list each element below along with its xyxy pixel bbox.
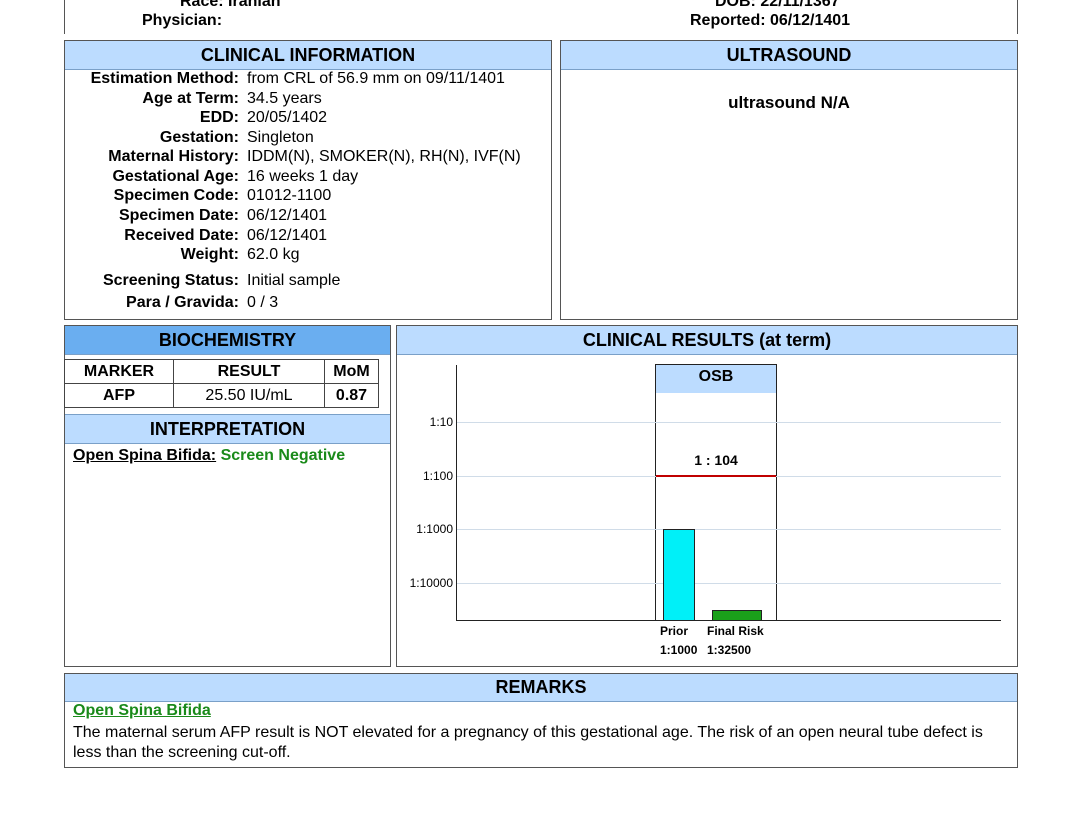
risk-chart: OSB 1 : 104 Prior Final Risk 1:1000 1:32… xyxy=(396,325,1018,667)
final-label: Final Risk xyxy=(707,624,764,638)
final-value: 1:32500 xyxy=(707,643,752,657)
clinical-info-label: Gestational Age: xyxy=(112,168,239,185)
osb-panel-title: OSB xyxy=(656,365,776,393)
race-line: Race: Iranian xyxy=(180,0,281,11)
col-header-marker: MARKER xyxy=(64,359,174,384)
top-frame-left xyxy=(64,0,65,34)
clinical-info-label: Maternal History: xyxy=(108,148,239,165)
ultrasound-title: ULTRASOUND xyxy=(561,41,1017,70)
cutoff-label: 1 : 104 xyxy=(694,452,738,468)
y-axis-line xyxy=(456,365,457,620)
clinical-info-label: Received Date: xyxy=(124,227,239,244)
table-row: AFP 25.50 IU/mL 0.87 xyxy=(64,383,379,408)
biochemistry-table: MARKER RESULT MoM AFP 25.50 IU/mL 0.87 xyxy=(64,359,379,408)
grid-line xyxy=(457,529,1001,530)
grid-line xyxy=(457,422,1001,423)
clinical-info-label: Screening Status: xyxy=(102,272,239,289)
remarks-panel: REMARKS Open Spina Bifida The maternal s… xyxy=(64,673,1018,768)
clinical-info-value: 01012-1100 xyxy=(247,187,332,204)
clinical-info-value: 62.0 kg xyxy=(247,246,300,263)
final-risk-bar xyxy=(712,610,762,620)
clinical-info-label: Para / Gravida: xyxy=(126,294,239,311)
race-label: Race: xyxy=(180,0,224,10)
table-header-row: MARKER RESULT MoM xyxy=(64,359,379,384)
clinical-info-value: 34.5 years xyxy=(247,90,322,107)
clinical-info-label: Specimen Code: xyxy=(113,187,239,204)
clinical-info-value: from CRL of 56.9 mm on 09/11/1401 xyxy=(247,70,505,87)
clinical-info-label: Age at Term: xyxy=(142,90,239,107)
clinical-info-value: IDDM(N), SMOKER(N), RH(N), IVF(N) xyxy=(247,148,521,165)
interpretation-label: Open Spina Bifida: xyxy=(73,447,217,464)
interpretation-result: Screen Negative xyxy=(220,447,346,464)
prior-value: 1:1000 xyxy=(660,643,698,657)
grid-line xyxy=(457,583,1001,584)
mom-cell: 0.87 xyxy=(324,383,379,408)
result-cell: 25.50 IU/mL xyxy=(173,383,325,408)
y-tick-label: 1:10 xyxy=(429,415,453,429)
x-axis-line xyxy=(456,620,1001,621)
y-tick-label: 1:100 xyxy=(422,469,453,483)
clinical-info-title: CLINICAL INFORMATION xyxy=(65,41,551,70)
interpretation-line: Open Spina Bifida: Screen Negative xyxy=(73,447,345,465)
interpretation-title: INTERPRETATION xyxy=(65,414,390,444)
race-value: Iranian xyxy=(228,0,281,10)
prior-risk-bar xyxy=(663,529,695,620)
remarks-text: The maternal serum AFP result is NOT ele… xyxy=(73,724,983,761)
clinical-info-label: Weight: xyxy=(180,246,239,263)
marker-cell: AFP xyxy=(64,383,174,408)
col-header-result: RESULT xyxy=(173,359,325,384)
clinical-info-label: Estimation Method: xyxy=(90,70,239,87)
ultrasound-text: ultrasound N/A xyxy=(728,93,850,112)
top-frame-right xyxy=(1017,0,1018,34)
clinical-info-value: 20/05/1402 xyxy=(247,109,328,126)
clinical-info-value: 06/12/1401 xyxy=(247,207,328,224)
clinical-info-value: 16 weeks 1 day xyxy=(247,168,359,185)
clinical-info-value: Singleton xyxy=(247,129,314,146)
dob-text: DOB: 22/11/1367 xyxy=(715,0,840,10)
prior-label: Prior xyxy=(660,624,689,638)
clinical-info-value: 0 / 3 xyxy=(247,294,279,311)
ultrasound-panel: ULTRASOUND ultrasound N/A xyxy=(560,40,1018,320)
clinical-info-value: Initial sample xyxy=(247,272,341,289)
clinical-info-label: Specimen Date: xyxy=(118,207,239,224)
clinical-info-label: EDD: xyxy=(199,109,239,126)
physician-label: Physician: xyxy=(142,12,223,29)
y-tick-label: 1:1000 xyxy=(416,522,453,536)
reported-text: Reported: 06/12/1401 xyxy=(690,12,851,29)
clinical-info-label: Gestation: xyxy=(159,129,239,146)
y-tick-label: 1:10000 xyxy=(409,576,453,590)
cutoff-line xyxy=(656,475,776,477)
clinical-info-value: 06/12/1401 xyxy=(247,227,328,244)
biochemistry-panel: BIOCHEMISTRY MARKER RESULT MoM AFP 25.50… xyxy=(64,325,391,667)
col-header-mom: MoM xyxy=(324,359,379,384)
remarks-title: REMARKS xyxy=(65,674,1017,702)
remarks-heading: Open Spina Bifida xyxy=(73,702,211,719)
biochemistry-title: BIOCHEMISTRY xyxy=(65,326,390,355)
